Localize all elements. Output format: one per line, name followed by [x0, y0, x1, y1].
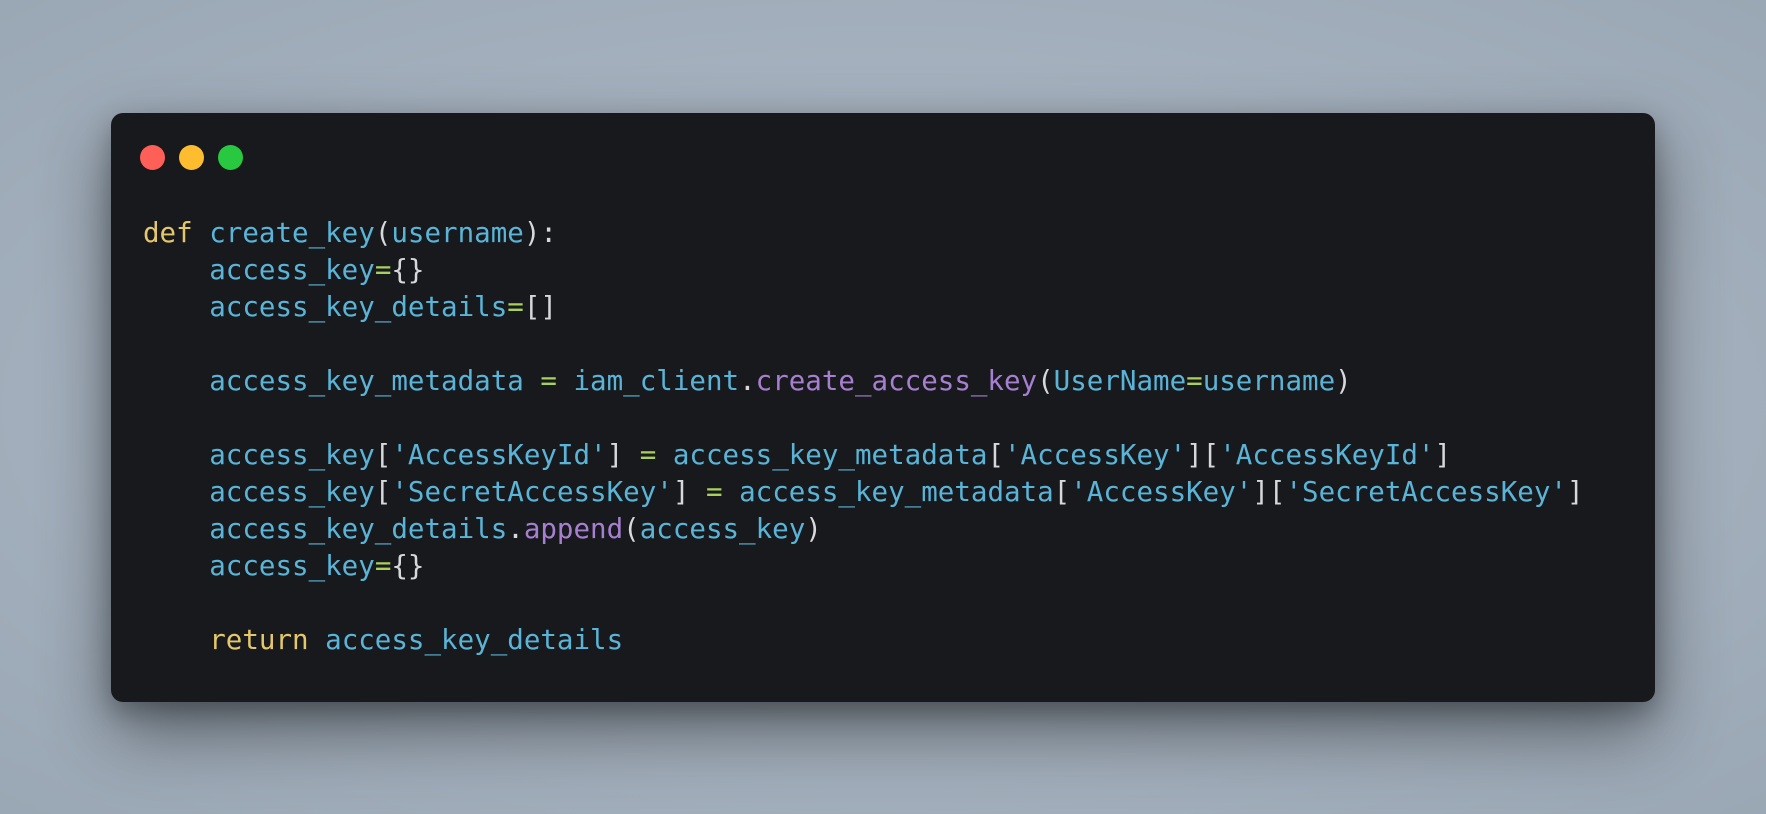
code-line: access_key['AccessKeyId'] = access_key_m…: [143, 437, 1584, 474]
code-token: ): [805, 513, 822, 545]
code-token: ]: [1566, 476, 1584, 508]
code-token: UserName: [1053, 365, 1187, 397]
code-token: access_key_metadata: [739, 476, 1054, 508]
code-token: 'AccessKey': [1004, 439, 1187, 471]
minimize-button[interactable]: [179, 145, 204, 170]
code-token: (: [1037, 365, 1054, 397]
code-token: [: [1053, 476, 1071, 508]
code-token: =: [540, 365, 557, 397]
code-line: access_key_details.append(access_key): [143, 511, 1584, 548]
code-token: ]: [1434, 439, 1452, 471]
code-token: [: [987, 439, 1004, 471]
code-block: def create_key(username): access_key={} …: [143, 215, 1584, 659]
code-token: =: [374, 254, 392, 286]
code-token: def: [143, 217, 193, 249]
code-window: def create_key(username): access_key={} …: [111, 113, 1655, 702]
code-line: access_key['SecretAccessKey'] = access_k…: [143, 474, 1584, 511]
code-token: iam_client: [573, 365, 740, 397]
code-token: ][: [1252, 476, 1286, 508]
code-token: 'AccessKeyId': [391, 439, 607, 471]
code-token: access_key: [639, 513, 806, 545]
code-token: (: [623, 513, 640, 545]
code-token: =: [705, 476, 723, 508]
code-token: [: [374, 476, 392, 508]
code-token: access_key: [209, 439, 375, 471]
code-token: ]: [672, 476, 690, 508]
code-token: access_key_details: [325, 624, 624, 656]
code-token: =: [507, 291, 524, 323]
code-token: (: [374, 217, 392, 249]
code-token: []: [523, 291, 557, 323]
code-token: access_key: [209, 550, 375, 582]
code-line: return access_key_details: [143, 622, 1584, 659]
code-token: =: [374, 550, 392, 582]
window-controls: [140, 145, 243, 170]
code-token: create_key: [209, 217, 375, 249]
code-token: ]: [606, 439, 624, 471]
code-token: return: [209, 624, 309, 656]
code-token: create_access_key: [755, 365, 1038, 397]
code-token: ):: [523, 217, 557, 249]
code-token: =: [1186, 365, 1203, 397]
code-token: access_key_metadata: [672, 439, 988, 471]
code-line: access_key={}: [143, 548, 1584, 585]
code-token: access_key_metadata: [209, 365, 524, 397]
code-line: access_key_details=[]: [143, 289, 1584, 326]
close-button[interactable]: [140, 145, 165, 170]
code-line: access_key_metadata = iam_client.create_…: [143, 363, 1584, 400]
code-token: 'AccessKey': [1070, 476, 1253, 508]
code-token: .: [739, 365, 756, 397]
code-line: access_key={}: [143, 252, 1584, 289]
code-token: username: [391, 217, 524, 249]
code-token: 'SecretAccessKey': [1285, 476, 1567, 508]
code-token: =: [639, 439, 657, 471]
code-token: .: [507, 513, 524, 545]
code-token: 'SecretAccessKey': [391, 476, 673, 508]
code-line: def create_key(username):: [143, 215, 1584, 252]
maximize-button[interactable]: [218, 145, 243, 170]
code-token: access_key_details: [209, 291, 508, 323]
code-token: username: [1202, 365, 1336, 397]
code-token: access_key_details: [209, 513, 508, 545]
code-token: ][: [1186, 439, 1220, 471]
code-token: access_key: [209, 476, 375, 508]
code-token: 'AccessKeyId': [1219, 439, 1435, 471]
code-token: {}: [391, 254, 425, 286]
code-token: access_key: [209, 254, 375, 286]
code-token: ): [1335, 365, 1352, 397]
code-token: [: [374, 439, 392, 471]
code-token: append: [523, 513, 624, 545]
code-token: {}: [391, 550, 425, 582]
